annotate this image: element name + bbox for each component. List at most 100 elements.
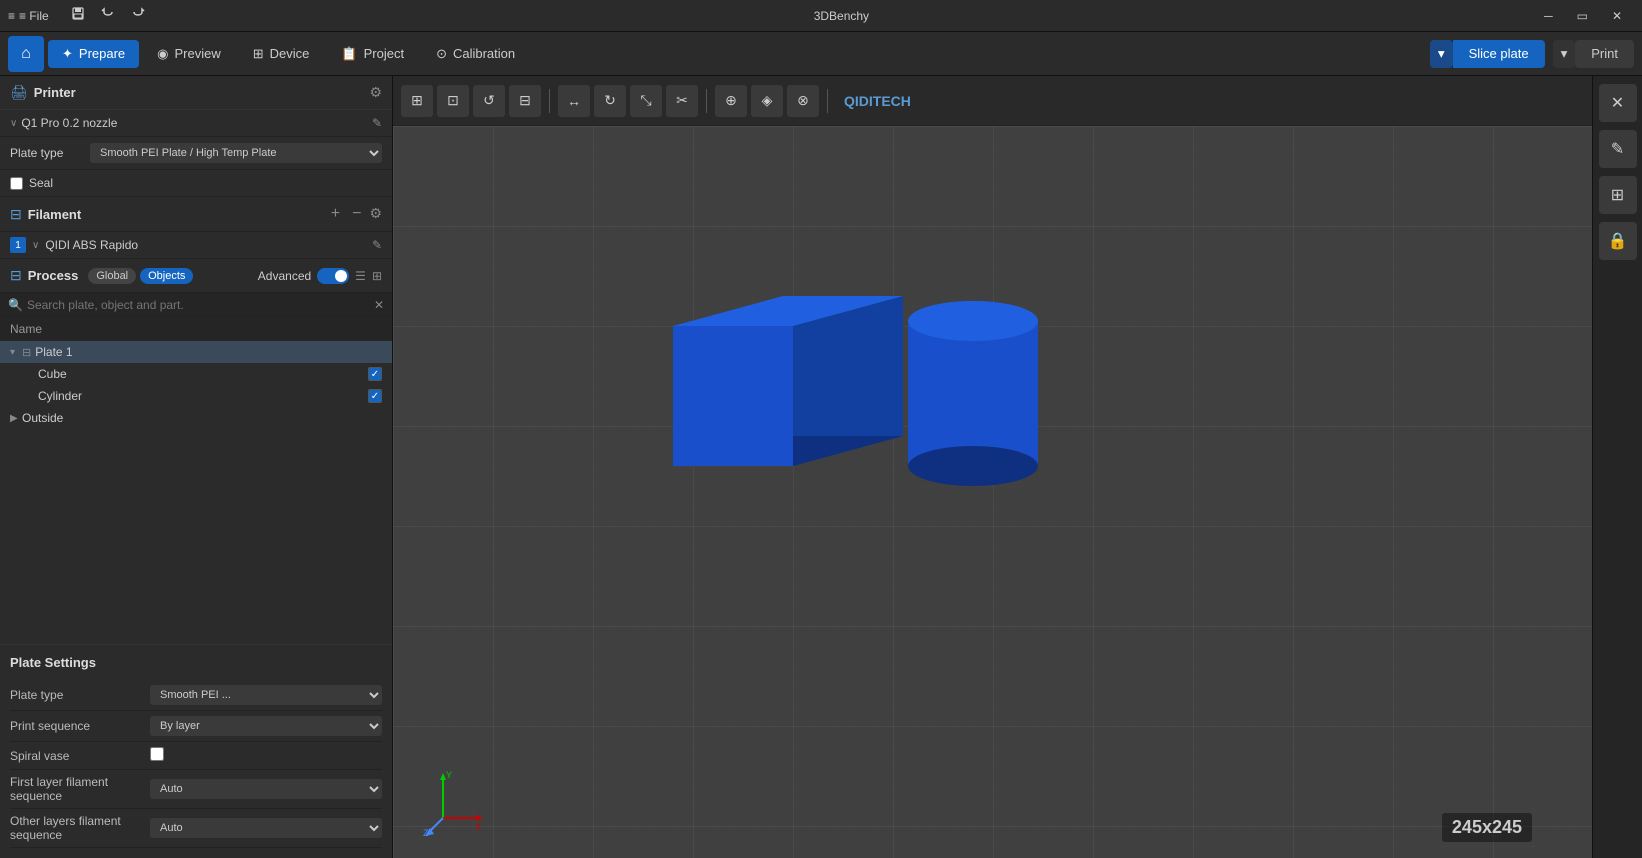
scale-button[interactable]: ⤡ [630, 85, 662, 117]
first-layer-select[interactable]: Auto [150, 779, 382, 799]
rotate-button[interactable]: ↻ [594, 85, 626, 117]
project-label: Project [364, 46, 404, 61]
maximize-button[interactable]: ▭ [1565, 5, 1600, 27]
separator1 [549, 89, 550, 113]
plate-type-setting-select[interactable]: Smooth PEI ... [150, 685, 382, 705]
menu-icon: ≡ [8, 9, 15, 23]
first-layer-value: Auto [150, 779, 382, 799]
print-button[interactable]: Print [1575, 40, 1634, 68]
advanced-label: Advanced [258, 269, 311, 283]
filament-section-title: Filament [28, 207, 327, 222]
cylinder-checkbox[interactable] [368, 389, 382, 403]
tree-item-cylinder[interactable]: Cylinder [0, 385, 392, 407]
print-dropdown-button[interactable]: ▾ [1553, 40, 1576, 68]
tab-calibration[interactable]: ⊙ Calibration [422, 40, 529, 68]
plate-icon: ⊟ [22, 346, 31, 359]
viewport-toolbar: ⊞ ⊡ ↺ ⊟ ↔ ↻ ⤡ ✂ ⊕ ◈ ⊗ QIDITECH [393, 76, 1592, 126]
plate-type-setting-label: Plate type [10, 688, 150, 702]
device-label: Device [270, 46, 310, 61]
move-button[interactable]: ↔ [558, 85, 590, 117]
other-layers-label: Other layers filament sequence [10, 814, 150, 842]
seam-button[interactable]: ◈ [751, 85, 783, 117]
filament-section: ⊟ Filament + − ⚙ 1 ∨ QIDI ABS Rapido ✎ [0, 197, 392, 259]
lock-view-button[interactable]: 🔒 [1599, 222, 1637, 260]
edit-view-button[interactable]: ✎ [1599, 130, 1637, 168]
dimensions-overlay: 245x245 [1442, 813, 1532, 842]
add-filament-button[interactable]: + [327, 205, 344, 223]
print-sequence-select[interactable]: By layer [150, 716, 382, 736]
cylinder-bottom-ellipse [908, 446, 1038, 486]
titlebar: ≡ ≡ File 3DBenchy ─ ▭ ✕ [0, 0, 1642, 32]
filament-settings-button[interactable]: ⚙ [369, 205, 382, 223]
tab-prepare[interactable]: ✦ Prepare [48, 40, 139, 68]
remove-filament-button[interactable]: − [348, 205, 365, 223]
tree-item-cube[interactable]: Cube [0, 363, 392, 385]
setting-row-first-layer: First layer filament sequence Auto [10, 770, 382, 809]
printer-name: Q1 Pro 0.2 nozzle [21, 116, 372, 130]
process-right: Advanced ☰ ⊞ [258, 268, 382, 284]
cube-front-face [673, 326, 793, 466]
seal-checkbox[interactable] [10, 177, 23, 190]
close-button[interactable]: ✕ [1600, 5, 1634, 27]
grid-button[interactable]: ⊡ [437, 85, 469, 117]
calibration-icon: ⊙ [436, 46, 447, 62]
plate-type-select[interactable]: Smooth PEI Plate / High Temp Plate [90, 143, 382, 163]
titlebar-actions [65, 5, 151, 26]
close-view-button[interactable]: ✕ [1599, 84, 1637, 122]
main-layout: 🖨 Printer ⚙ ∨ Q1 Pro 0.2 nozzle ✎ Plate … [0, 76, 1642, 858]
other-layers-select[interactable]: Auto [150, 818, 382, 838]
filament-edit-button[interactable]: ✎ [372, 238, 382, 252]
viewport[interactable]: ⊞ ⊡ ↺ ⊟ ↔ ↻ ⤡ ✂ ⊕ ◈ ⊗ QIDITECH [393, 76, 1592, 858]
modifier-button[interactable]: ⊗ [787, 85, 819, 117]
spiral-vase-label: Spiral vase [10, 749, 150, 763]
undo-button[interactable] [95, 5, 121, 26]
redo-button[interactable] [125, 5, 151, 26]
minimize-button[interactable]: ─ [1532, 5, 1565, 27]
tree-item-outside[interactable]: ▶ Outside [0, 407, 392, 429]
cube-view-button[interactable]: ⊞ [401, 85, 433, 117]
filament-item: 1 ∨ QIDI ABS Rapido ✎ [0, 231, 392, 258]
home-icon: ⌂ [21, 45, 31, 63]
seal-label: Seal [29, 176, 53, 190]
tab-preview[interactable]: ◉ Preview [143, 40, 235, 68]
process-icon: ⊟ [10, 267, 22, 284]
preview-label: Preview [175, 46, 221, 61]
orient-button[interactable]: ↺ [473, 85, 505, 117]
tree-header: Name [0, 317, 392, 341]
window-controls: ─ ▭ ✕ [1532, 5, 1634, 27]
printer-edit-button[interactable]: ✎ [372, 116, 382, 130]
advanced-toggle[interactable] [317, 268, 349, 284]
cube-checkbox[interactable] [368, 367, 382, 381]
tab-project[interactable]: 📋 Project [327, 40, 418, 68]
tab-device[interactable]: ⊞ Device [239, 40, 324, 68]
grid-view-button[interactable]: ⊞ [372, 269, 382, 283]
home-button[interactable]: ⌂ [8, 36, 44, 72]
search-clear-button[interactable]: ✕ [374, 298, 384, 312]
prepare-icon: ✦ [62, 46, 73, 62]
tab-objects[interactable]: Objects [140, 268, 193, 284]
preview-icon: ◉ [157, 46, 168, 62]
other-layers-value: Auto [150, 818, 382, 838]
tab-global[interactable]: Global [88, 268, 136, 284]
slice-dropdown-button[interactable]: ▾ [1430, 40, 1453, 68]
spiral-vase-checkbox[interactable] [150, 747, 164, 761]
save-button[interactable] [65, 5, 91, 26]
cut-button[interactable]: ✂ [666, 85, 698, 117]
cylinder-top-highlight [908, 301, 1038, 341]
arrange-button[interactable]: ⊟ [509, 85, 541, 117]
list-view-button[interactable]: ☰ [355, 269, 366, 283]
slice-plate-button[interactable]: Slice plate [1453, 40, 1545, 68]
filament-header: ⊟ Filament + − ⚙ [0, 197, 392, 231]
support-button[interactable]: ⊕ [715, 85, 747, 117]
layout-view-button[interactable]: ⊞ [1599, 176, 1637, 214]
printer-settings-button[interactable]: ⚙ [369, 84, 382, 101]
printer-section-title: Printer [34, 85, 370, 100]
process-header: ⊟ Process Global Objects Advanced ☰ ⊞ [0, 259, 392, 292]
outside-expand-icon: ▶ [10, 413, 22, 424]
tree-item-plate1[interactable]: ▾ ⊟ Plate 1 [0, 341, 392, 363]
printer-dropdown-icon: ∨ [10, 118, 17, 129]
filament-actions: + − ⚙ [327, 205, 382, 223]
process-title: Process [28, 268, 79, 283]
search-input[interactable] [27, 298, 374, 312]
file-menu[interactable]: ≡ ≡ File [8, 9, 49, 23]
